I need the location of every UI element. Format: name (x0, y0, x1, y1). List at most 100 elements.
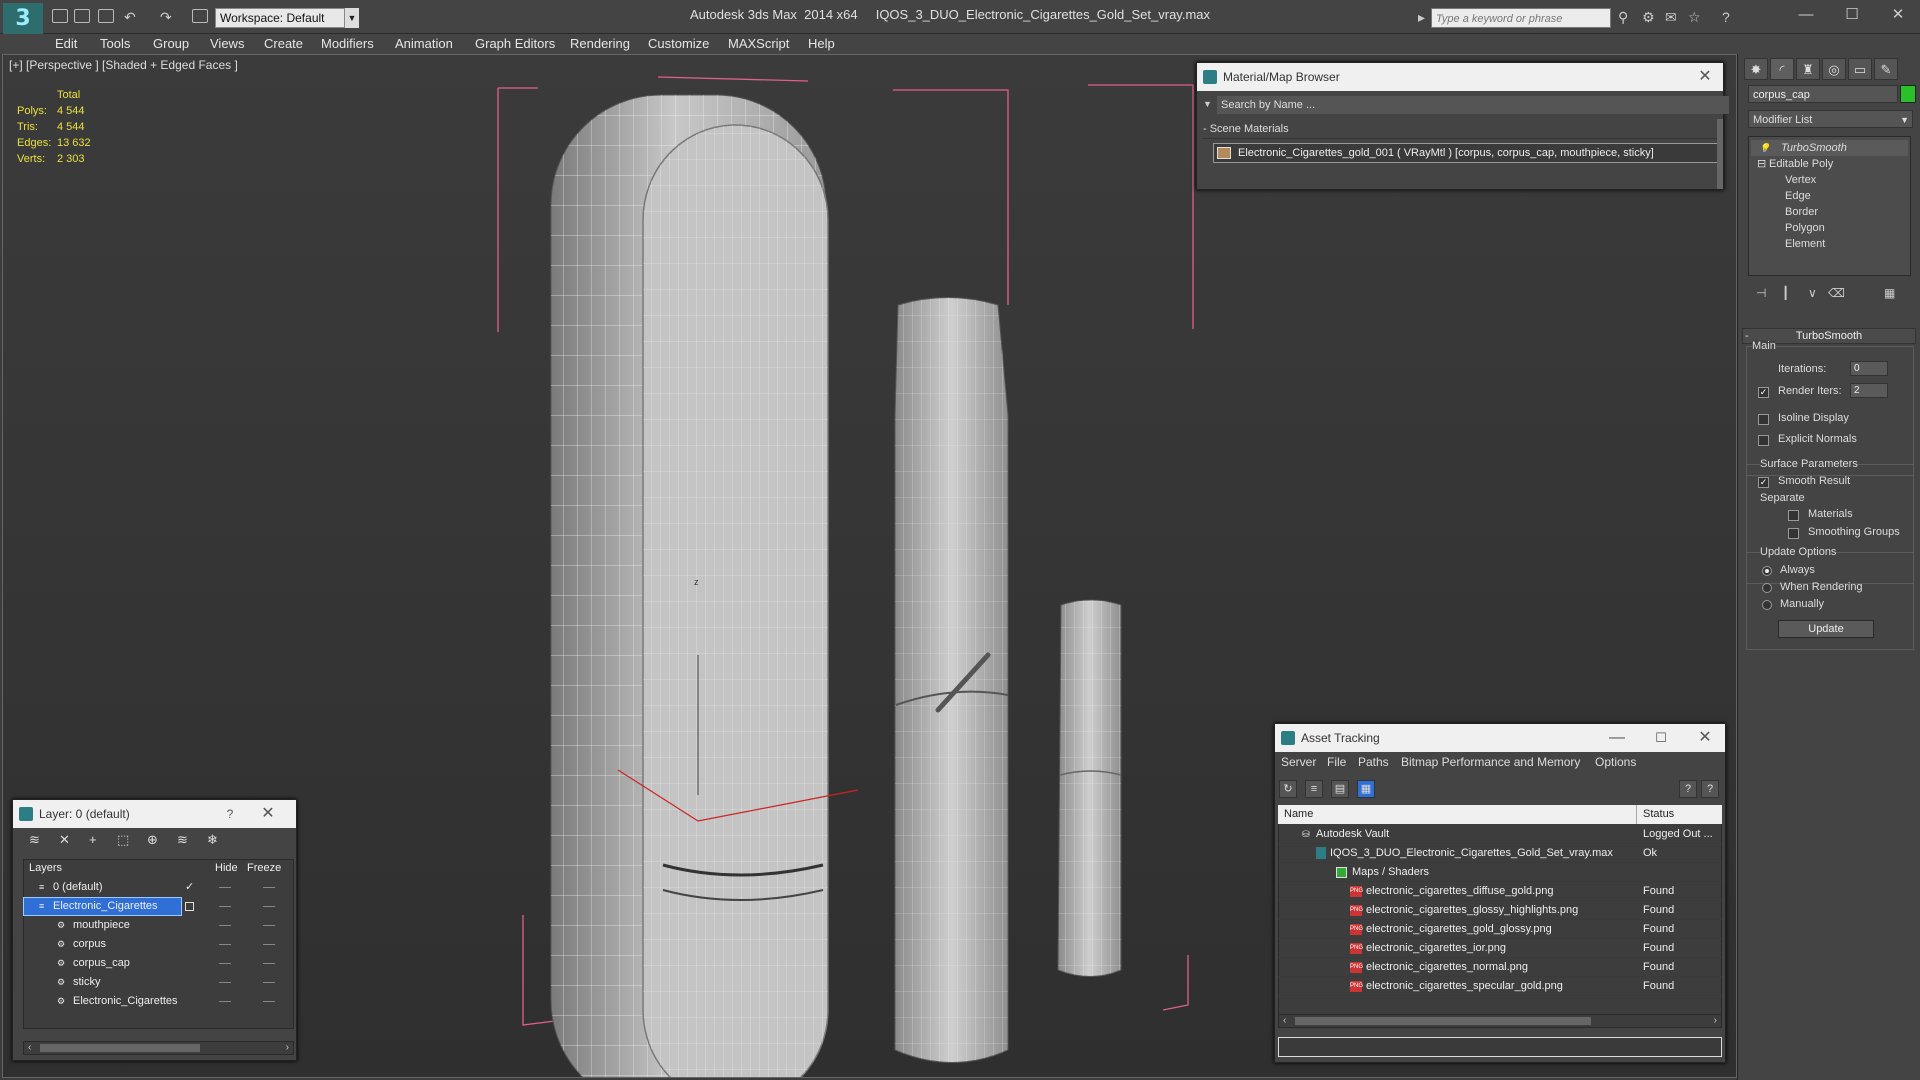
stack-item-editable-poly[interactable]: ⊟ Editable Poly (1751, 156, 1908, 172)
stack-item-edge[interactable]: Edge (1751, 188, 1908, 204)
scrollbar[interactable] (1717, 119, 1723, 189)
scroll-right-icon[interactable]: › (286, 1042, 289, 1053)
create-tab-icon[interactable]: ✸ (1744, 58, 1768, 80)
hierarchy-tab-icon[interactable]: ♜ (1796, 58, 1820, 80)
collapse-icon[interactable]: ⊟ (1757, 156, 1766, 172)
create-layer-icon[interactable]: ≋ (29, 832, 40, 848)
menu-tools[interactable]: Tools (100, 36, 130, 51)
chevron-down-icon[interactable]: ▼ (345, 8, 359, 28)
menu-options[interactable]: Options (1595, 755, 1636, 769)
refresh-icon[interactable]: ↻ (1279, 780, 1297, 798)
object-color-swatch[interactable] (1900, 85, 1916, 103)
project-folder-icon[interactable] (192, 9, 208, 23)
stack-item-vertex[interactable]: Vertex (1751, 172, 1908, 188)
help-icon[interactable]: ? (216, 800, 244, 828)
update-button[interactable]: Update (1778, 620, 1874, 638)
menu-group[interactable]: Group (153, 36, 189, 51)
asset-row[interactable]: PNG electronic_cigarettes_diffuse_gold.p… (1278, 882, 1722, 901)
pin-stack-icon[interactable]: ⊣ (1756, 286, 1766, 300)
layer-row[interactable]: ≡ 0 (default) ✓ (23, 878, 294, 897)
hide-all-icon[interactable]: ≋ (177, 832, 188, 848)
smooth-result-checkbox[interactable]: ✓ (1758, 477, 1769, 488)
object-row[interactable]: ⚙ sticky (23, 973, 294, 992)
object-name-field[interactable]: corpus_cap (1748, 85, 1898, 103)
help-icon[interactable]: ? (1679, 780, 1697, 798)
workspace-dropdown[interactable]: Workspace: Default (215, 8, 345, 28)
new-file-icon[interactable] (52, 9, 68, 23)
search-toggle-icon[interactable]: ▸ (1418, 10, 1425, 24)
render-iters-checkbox[interactable]: ✓ (1758, 387, 1769, 398)
asset-row[interactable]: Maps / Shaders (1278, 863, 1722, 882)
menu-bitmap-performance[interactable]: Bitmap Performance and Memory (1401, 755, 1580, 769)
help-context-icon[interactable]: ? (1701, 780, 1719, 798)
col-hide-header[interactable]: Hide (215, 859, 238, 877)
horizontal-scrollbar[interactable]: ‹ › (1278, 1014, 1722, 1028)
maximize-icon[interactable]: ☐ (1832, 4, 1872, 26)
asset-row[interactable]: PNG electronic_cigarettes_glossy_highlig… (1278, 901, 1722, 920)
stack-item-border[interactable]: Border (1751, 204, 1908, 220)
asset-row[interactable]: ⛁ Autodesk Vault Logged Out ... (1278, 825, 1722, 844)
iterations-spinner[interactable]: 0 (1850, 361, 1888, 376)
asset-row[interactable]: PNG electronic_cigarettes_ior.png Found (1278, 939, 1722, 958)
close-icon[interactable]: ✕ (254, 800, 282, 828)
stack-item-turbosmooth[interactable]: 💡 TurboSmooth (1751, 140, 1908, 156)
maximize-icon[interactable]: ☐ (1647, 724, 1675, 752)
keyword-search-input[interactable]: Type a keyword or phrase (1431, 8, 1611, 28)
menu-modifiers[interactable]: Modifiers (321, 36, 374, 51)
bulb-icon[interactable]: 💡 (1759, 140, 1770, 156)
object-row[interactable]: ⚙ corpus (23, 935, 294, 954)
menu-views[interactable]: Views (210, 36, 244, 51)
layer-explorer-titlebar[interactable]: Layer: 0 (default) ? ✕ (13, 800, 296, 828)
rollout-collapse-icon[interactable]: - (1745, 330, 1749, 342)
menu-create[interactable]: Create (264, 36, 303, 51)
col-freeze-header[interactable]: Freeze (247, 859, 281, 877)
app-menu-button[interactable]: 3 (3, 3, 43, 35)
binoculars-icon[interactable]: ⚲ (1618, 10, 1628, 24)
update-when-rendering-radio[interactable] (1762, 583, 1772, 593)
open-file-icon[interactable] (74, 9, 90, 23)
select-objects-icon[interactable]: ⬚ (117, 832, 129, 848)
remove-modifier-icon[interactable]: ⌫ (1828, 286, 1845, 300)
isoline-display-checkbox[interactable] (1758, 414, 1769, 425)
asset-row[interactable]: PNG electronic_cigarettes_gold_glossy.pn… (1278, 920, 1722, 939)
list-view-icon[interactable]: ≡ (1305, 780, 1323, 798)
detail-view-icon[interactable]: ▤ (1331, 780, 1349, 798)
menu-edit[interactable]: Edit (55, 36, 77, 51)
delete-layer-icon[interactable]: ✕ (59, 832, 70, 848)
show-end-result-icon[interactable]: ┃ (1782, 286, 1789, 300)
scroll-left-icon[interactable]: ‹ (1283, 1015, 1286, 1026)
menu-paths[interactable]: Paths (1358, 755, 1389, 769)
menu-server[interactable]: Server (1281, 755, 1316, 769)
material-search-input[interactable]: Search by Name ... (1217, 96, 1729, 114)
utilities-tab-icon[interactable]: ✎ (1874, 58, 1898, 80)
active-check-icon[interactable]: ✓ (185, 878, 194, 897)
viewport-label[interactable]: [+] [Perspective ] [Shaded + Edged Faces… (9, 58, 238, 72)
layer-row[interactable]: ≡ Electronic_Cigarettes (23, 897, 294, 916)
asset-row[interactable]: PNG electronic_cigarettes_normal.png Fou… (1278, 958, 1722, 977)
stack-item-polygon[interactable]: Polygon (1751, 220, 1908, 236)
menu-maxscript[interactable]: MAXScript (728, 36, 789, 51)
update-always-radio[interactable] (1762, 566, 1772, 576)
modifier-list-dropdown[interactable]: Modifier List ▼ (1748, 110, 1913, 128)
col-status-header[interactable]: Status (1643, 805, 1674, 824)
close-icon[interactable]: ✕ (1691, 724, 1719, 752)
menu-animation[interactable]: Animation (395, 36, 453, 51)
motion-tab-icon[interactable]: ◎ (1822, 58, 1846, 80)
subscription-icon[interactable]: ⚙ (1642, 10, 1655, 24)
configure-sets-icon[interactable]: ▦ (1884, 286, 1895, 300)
make-current-icon[interactable] (185, 902, 194, 911)
asset-row[interactable]: PNG electronic_cigarettes_specular_gold.… (1278, 977, 1722, 996)
save-file-icon[interactable] (98, 9, 114, 23)
stack-item-element[interactable]: Element (1751, 236, 1908, 252)
menu-help[interactable]: Help (808, 36, 835, 51)
scroll-left-icon[interactable]: ‹ (28, 1042, 31, 1053)
asset-tracking-titlebar[interactable]: Asset Tracking — ☐ ✕ (1275, 724, 1725, 752)
update-manually-radio[interactable] (1762, 600, 1772, 610)
material-browser-titlebar[interactable]: Material/Map Browser ✕ (1197, 63, 1723, 91)
scroll-thumb[interactable] (40, 1044, 200, 1052)
col-name-header[interactable]: Name (1284, 805, 1313, 824)
table-view-icon[interactable]: ▦ (1357, 780, 1375, 798)
undo-icon[interactable]: ↶ (124, 10, 136, 24)
scroll-thumb[interactable] (1295, 1017, 1591, 1025)
highlight-layer-icon[interactable]: ⊕ (147, 832, 158, 848)
